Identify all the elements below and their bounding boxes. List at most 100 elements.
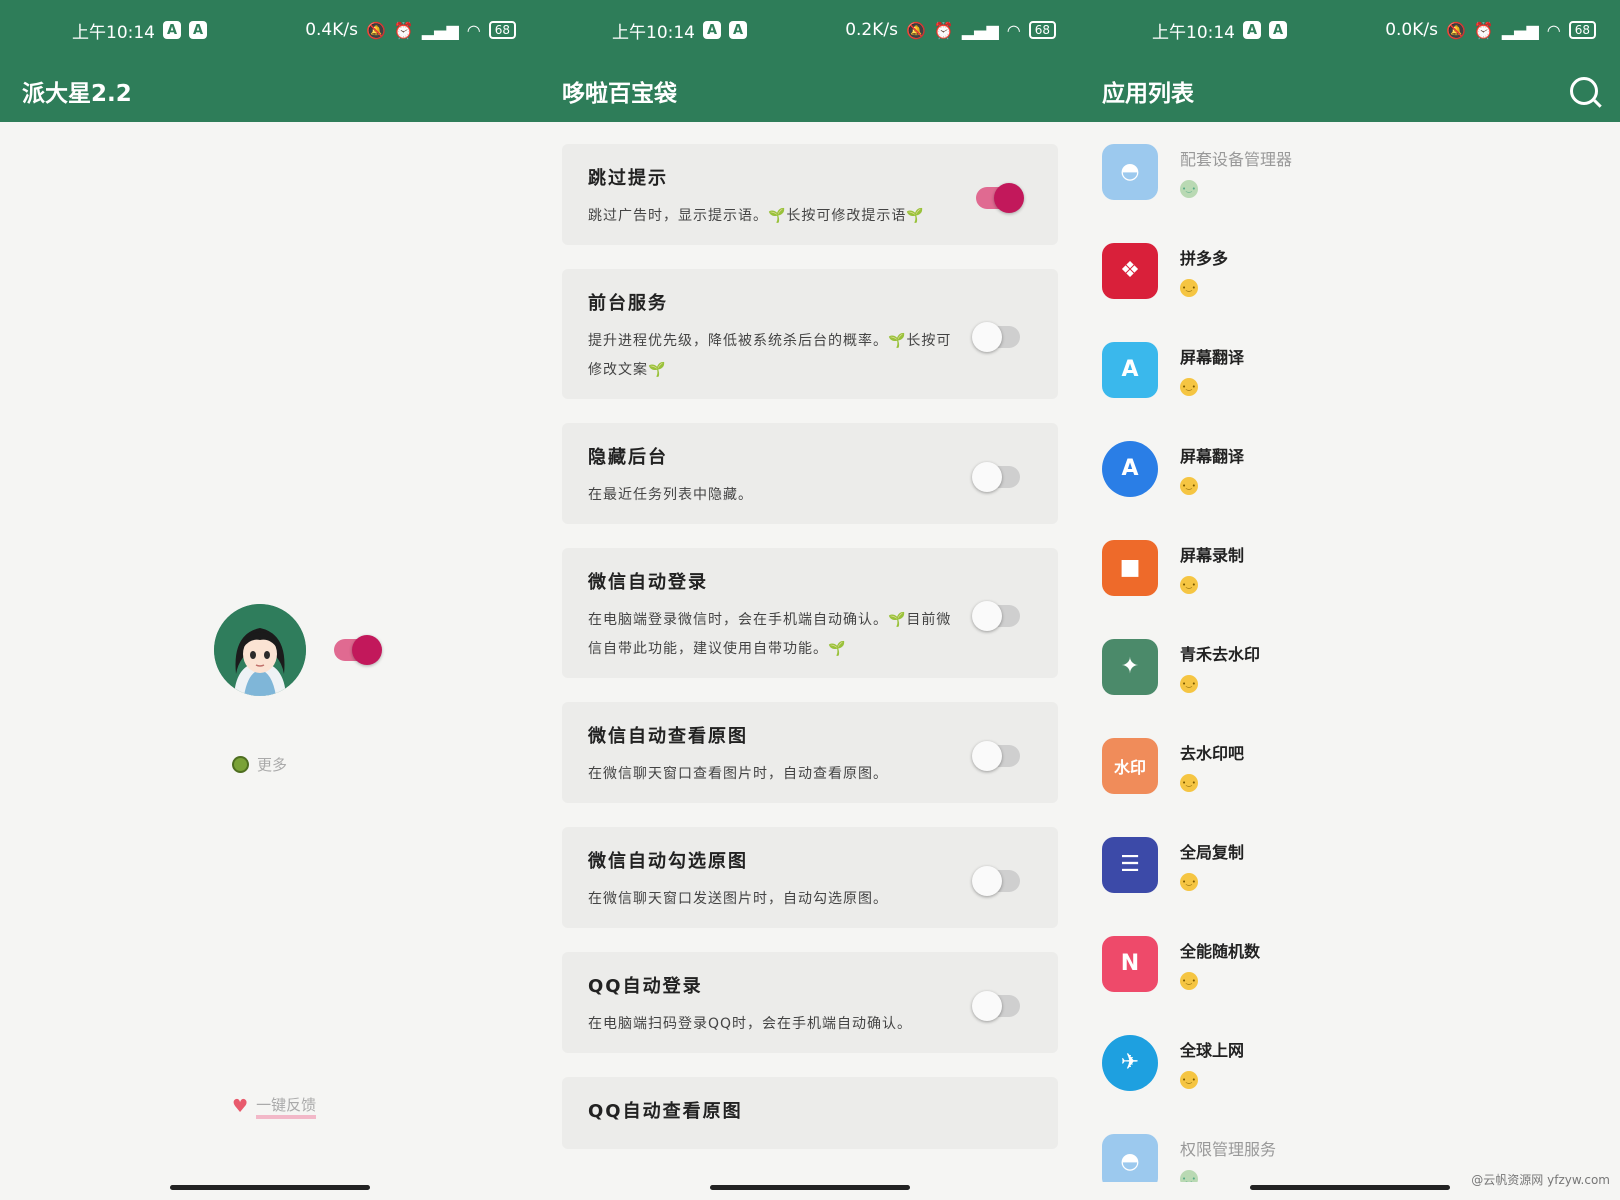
watermark: @云帆资源网 yfzyw.com xyxy=(1471,1173,1610,1187)
setting-card[interactable]: 微信自动勾选原图 在微信聊天窗口发送图片时，自动勾选原图。 xyxy=(562,827,1058,928)
setting-desc: 在电脑端扫码登录QQ时，会在手机端自动确认。 xyxy=(588,1016,913,1032)
wifi-icon: ◠ xyxy=(1006,20,1021,40)
setting-desc: 在最近任务列表中隐藏。 xyxy=(588,487,753,503)
hide-recents-toggle[interactable] xyxy=(972,461,1020,492)
status-emoji-icon: •‿• xyxy=(1180,278,1198,297)
copy-icon: ☰ xyxy=(1102,836,1158,893)
status-emoji-icon: •‿• xyxy=(1180,674,1198,693)
android-icon: ◓ xyxy=(1102,1133,1158,1182)
app-list-item[interactable]: ◓ 配套设备管理器 •‿• xyxy=(1080,122,1620,221)
setting-card[interactable]: 跳过提示 跳过广告时，显示提示语。🌱长按可修改提示语🌱 xyxy=(562,144,1058,245)
app-name: 青禾去水印 xyxy=(1180,644,1261,664)
alarm-icon: ⏰ xyxy=(933,20,954,40)
home-screen: 上午10:14 A A 0.4K/s 🔕 ⏰ ▂▄▆ ◠ 68 派大星2.2 更… xyxy=(0,0,540,1200)
status-emoji-icon: •‿• xyxy=(1180,872,1198,891)
mute-icon: 🔕 xyxy=(1445,20,1466,40)
app-name: 全能随机数 xyxy=(1180,941,1261,961)
setting-title: 隐藏后台 xyxy=(588,447,668,468)
status-time: 上午10:14 xyxy=(1152,22,1235,43)
pinduoduo-icon: ❖ xyxy=(1102,242,1158,299)
gesture-bar[interactable] xyxy=(1250,1185,1450,1190)
status-emoji-icon: •‿• xyxy=(1180,476,1198,495)
page-title: 哆啦百宝袋 xyxy=(562,81,677,107)
setting-title: 微信自动查看原图 xyxy=(588,726,748,747)
app-list-item[interactable]: ■ 屏幕录制 •‿• xyxy=(1080,518,1620,617)
skip-hint-toggle[interactable] xyxy=(976,182,1024,213)
toggle-knob xyxy=(972,990,1002,1021)
app-name: 去水印吧 xyxy=(1180,743,1245,763)
setting-desc: 在电脑端登录微信时，会在手机端自动确认。🌱目前微信自带此功能，建议使用自带功能。… xyxy=(588,612,952,657)
status-bar: 上午10:14 A A 0.4K/s 🔕 ⏰ ▂▄▆ ◠ 68 xyxy=(0,0,540,60)
status-time: 上午10:14 xyxy=(612,22,695,43)
app-list-item[interactable]: ✦ 青禾去水印 •‿• xyxy=(1080,617,1620,716)
signal-icon: ▂▄▆ xyxy=(1501,20,1539,40)
app-list-item[interactable]: ✈ 全球上网 •‿• xyxy=(1080,1013,1620,1112)
setting-card[interactable]: 隐藏后台 在最近任务列表中隐藏。 xyxy=(562,423,1058,524)
setting-desc: 在微信聊天窗口查看图片时，自动查看原图。 xyxy=(588,766,888,782)
setting-desc: 在微信聊天窗口发送图片时，自动勾选原图。 xyxy=(588,891,888,907)
foreground-service-toggle[interactable] xyxy=(972,322,1020,352)
notification-icon: A xyxy=(1269,21,1287,39)
gesture-bar[interactable] xyxy=(170,1185,370,1190)
app-name: 屏幕翻译 xyxy=(1180,446,1245,466)
app-list-item[interactable]: ❖ 拼多多 •‿• xyxy=(1080,221,1620,320)
status-emoji-icon: •‿• xyxy=(1180,377,1198,396)
status-emoji-icon: •‿• xyxy=(1180,179,1198,198)
app-list-item[interactable]: 水印 去水印吧 •‿• xyxy=(1080,716,1620,815)
setting-card[interactable]: QQ自动查看原图 xyxy=(562,1077,1058,1149)
notification-icon: A xyxy=(703,21,721,39)
battery-icon: 68 xyxy=(1568,21,1596,39)
more-link[interactable]: 更多 xyxy=(232,754,287,775)
notification-icon: A xyxy=(1243,21,1261,39)
setting-card[interactable]: 微信自动登录 在电脑端登录微信时，会在手机端自动确认。🌱目前微信自带此功能，建议… xyxy=(562,548,1058,678)
app-name: 权限管理服务 xyxy=(1180,1139,1277,1159)
gesture-bar[interactable] xyxy=(710,1185,910,1190)
wechat-select-original-toggle[interactable] xyxy=(972,865,1020,896)
setting-title: QQ自动登录 xyxy=(588,976,703,997)
toggle-knob xyxy=(972,322,1002,352)
toggle-knob xyxy=(994,182,1024,213)
app-name: 配套设备管理器 xyxy=(1180,149,1293,169)
setting-desc: 跳过广告时，显示提示语。🌱长按可修改提示语🌱 xyxy=(588,208,925,224)
master-toggle[interactable] xyxy=(334,635,382,665)
network-speed: 0.0K/s xyxy=(1385,20,1438,40)
setting-card[interactable]: QQ自动登录 在电脑端扫码登录QQ时，会在手机端自动确认。 xyxy=(562,952,1058,1053)
app-bar: 派大星2.2 xyxy=(0,60,540,122)
page-title: 应用列表 xyxy=(1102,81,1194,107)
app-list-screen: 上午10:14 A A 0.0K/s 🔕 ⏰ ▂▄▆ ◠ 68 应用列表 ◓ 配套… xyxy=(1080,0,1620,1200)
feedback-label: 一键反馈 xyxy=(256,1094,317,1119)
app-list-item[interactable]: A 屏幕翻译 •‿• xyxy=(1080,320,1620,419)
more-label: 更多 xyxy=(257,756,288,774)
app-list-item[interactable]: N 全能随机数 •‿• xyxy=(1080,914,1620,1013)
watermark-icon: 水印 xyxy=(1102,737,1158,794)
signal-icon: ▂▄▆ xyxy=(961,20,999,40)
android-icon: ◓ xyxy=(1102,143,1158,200)
app-list: ◓ 配套设备管理器 •‿• ❖ 拼多多 •‿• A 屏幕翻译 •‿• A 屏幕翻译 •‿• ■ 屏幕录制 •… xyxy=(1080,122,1620,1182)
wifi-icon: ◠ xyxy=(466,20,481,40)
setting-desc: 提升进程优先级，降低被系统杀后台的概率。🌱长按可修改文案🌱 xyxy=(588,333,952,378)
wechat-view-original-toggle[interactable] xyxy=(972,740,1020,771)
search-icon[interactable] xyxy=(1570,77,1598,105)
feedback-link[interactable]: ♥ 一键反馈 xyxy=(232,1094,317,1119)
wechat-auto-login-toggle[interactable] xyxy=(972,601,1020,631)
toggle-knob xyxy=(972,601,1002,631)
qq-auto-login-toggle[interactable] xyxy=(972,990,1020,1021)
battery-icon: 68 xyxy=(488,21,516,39)
app-list-item[interactable]: A 屏幕翻译 •‿• xyxy=(1080,419,1620,518)
avatar[interactable] xyxy=(214,604,306,696)
status-time: 上午10:14 xyxy=(72,22,155,43)
setting-card[interactable]: 微信自动查看原图 在微信聊天窗口查看图片时，自动查看原图。 xyxy=(562,702,1058,803)
status-emoji-icon: •‿• xyxy=(1180,575,1198,594)
notification-icon: A xyxy=(189,21,207,39)
wifi-icon: ◠ xyxy=(1546,20,1561,40)
app-list-item[interactable]: ☰ 全局复制 •‿• xyxy=(1080,815,1620,914)
kiwi-icon xyxy=(232,756,249,773)
status-emoji-icon: •‿• xyxy=(1180,971,1198,990)
setting-card[interactable]: 前台服务 提升进程优先级，降低被系统杀后台的概率。🌱长按可修改文案🌱 xyxy=(562,269,1058,399)
toolbox-screen: 上午10:14 A A 0.2K/s 🔕 ⏰ ▂▄▆ ◠ 68 哆啦百宝袋 跳过… xyxy=(540,0,1080,1200)
status-bar: 上午10:14 A A 0.2K/s 🔕 ⏰ ▂▄▆ ◠ 68 xyxy=(540,0,1080,60)
app-name: 全球上网 xyxy=(1180,1040,1245,1060)
toggle-knob xyxy=(972,740,1002,771)
video-camera-icon: ■ xyxy=(1102,539,1158,596)
app-name: 屏幕翻译 xyxy=(1180,347,1245,367)
